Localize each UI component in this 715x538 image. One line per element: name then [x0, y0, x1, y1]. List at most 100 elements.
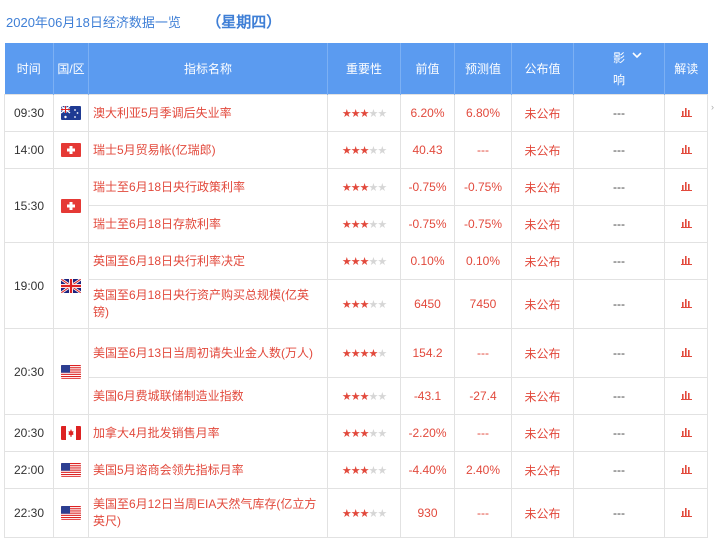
region-cell	[53, 242, 89, 329]
analysis-cell[interactable]	[664, 279, 708, 329]
indicator-name[interactable]: 美国至6月12日当周EIA天然气库存(亿立方英尺)	[88, 488, 328, 538]
analysis-cell[interactable]	[664, 488, 708, 538]
bar-chart-icon[interactable]	[680, 254, 692, 268]
actual-value: 未公布	[511, 488, 574, 538]
table-header-row: 时间 国/区 指标名称 重要性 前值 预测值 公布值 影响 解读	[4, 43, 708, 95]
col-region: 国/区	[53, 43, 89, 95]
analysis-cell[interactable]	[664, 414, 708, 452]
indicator-name[interactable]: 美国6月费城联储制造业指数	[88, 377, 328, 415]
actual-value: 未公布	[511, 451, 574, 489]
actual-value: 未公布	[511, 242, 574, 280]
indicator-name[interactable]: 英国至6月18日央行资产购买总规模(亿英镑)	[88, 279, 328, 329]
scroll-indicator[interactable]: ›	[711, 102, 715, 112]
time-cell: 09:30	[4, 94, 54, 132]
table-row: 19:00 英国至6月18日央行利率决定 ★★★★★ 0.10% 0.10% 未公布 ---	[4, 242, 708, 329]
impact-value: ---	[573, 328, 665, 378]
col-actual: 公布值	[511, 43, 574, 95]
star-rating-icon: ★★★★★	[341, 219, 387, 231]
indicator-name[interactable]: 澳大利亚5月季调后失业率	[88, 94, 328, 132]
region-cell	[53, 94, 89, 132]
previous-value: -2.20%	[400, 414, 455, 452]
switzerland-flag-icon	[61, 143, 81, 158]
analysis-cell[interactable]	[664, 205, 708, 243]
col-analysis: 解读	[664, 43, 708, 95]
importance-stars: ★★★★★	[327, 451, 401, 489]
chevron-down-icon[interactable]	[632, 47, 642, 67]
previous-value: 930	[400, 488, 455, 538]
impact-value: ---	[573, 414, 665, 452]
analysis-cell[interactable]	[664, 328, 708, 378]
bar-chart-icon[interactable]	[680, 426, 692, 440]
forecast-value: -27.4	[454, 377, 512, 415]
bar-chart-icon[interactable]	[680, 463, 692, 477]
time-cell: 14:00	[4, 131, 54, 169]
actual-value: 未公布	[511, 94, 574, 132]
time-cell: 20:30	[4, 328, 54, 415]
indicator-name[interactable]: 美国至6月13日当周初请失业金人数(万人)	[88, 328, 328, 378]
forecast-value: ---	[454, 328, 512, 378]
table-row: 22:00 美国5月谘商会领先指标月率 ★★★★★ -4.40% 2.40% 未公布 ---	[4, 451, 708, 489]
importance-stars: ★★★★★	[327, 168, 401, 206]
previous-value: -0.75%	[400, 168, 455, 206]
importance-stars: ★★★★★	[327, 205, 401, 243]
indicator-name[interactable]: 瑞士至6月18日存款利率	[88, 205, 328, 243]
region-cell	[53, 328, 89, 415]
previous-value: 40.43	[400, 131, 455, 169]
star-rating-icon: ★★★★★	[341, 256, 387, 268]
table-row: 09:30 澳大利亚5月季调后失业率 ★★★★★ 6.20% 6.80% 未公布 ---	[4, 94, 708, 132]
bar-chart-icon[interactable]	[680, 389, 692, 403]
previous-value: 0.10%	[400, 242, 455, 280]
actual-value: 未公布	[511, 414, 574, 452]
bar-chart-icon[interactable]	[680, 297, 692, 311]
importance-stars: ★★★★★	[327, 242, 401, 280]
bar-chart-icon[interactable]	[680, 143, 692, 157]
analysis-cell[interactable]	[664, 242, 708, 280]
forecast-value: 7450	[454, 279, 512, 329]
forecast-value: 0.10%	[454, 242, 512, 280]
bar-chart-icon[interactable]	[680, 106, 692, 120]
star-rating-icon: ★★★★★	[341, 182, 387, 194]
col-forecast: 预测值	[454, 43, 512, 95]
indicator-name[interactable]: 瑞士5月贸易帐(亿瑞郎)	[88, 131, 328, 169]
indicator-name[interactable]: 瑞士至6月18日央行政策利率	[88, 168, 328, 206]
forecast-value: -0.75%	[454, 168, 512, 206]
analysis-cell[interactable]	[664, 94, 708, 132]
bar-chart-icon[interactable]	[680, 506, 692, 520]
economic-calendar-table: 时间 国/区 指标名称 重要性 前值 预测值 公布值 影响 解读 09:30 澳大…	[4, 43, 708, 538]
actual-value: 未公布	[511, 168, 574, 206]
analysis-cell[interactable]	[664, 451, 708, 489]
impact-value: ---	[573, 94, 665, 132]
previous-value: -0.75%	[400, 205, 455, 243]
analysis-cell[interactable]	[664, 131, 708, 169]
actual-value: 未公布	[511, 279, 574, 329]
indicator-name[interactable]: 加拿大4月批发销售月率	[88, 414, 328, 452]
importance-stars: ★★★★★	[327, 94, 401, 132]
col-indicator: 指标名称	[88, 43, 328, 95]
bar-chart-icon[interactable]	[680, 346, 692, 360]
australia-flag-icon	[61, 106, 81, 121]
region-cell	[53, 168, 89, 243]
usa-flag-icon	[61, 364, 81, 379]
importance-stars: ★★★★★	[327, 488, 401, 538]
star-rating-icon: ★★★★★	[341, 145, 387, 157]
impact-value: ---	[573, 279, 665, 329]
previous-value: -4.40%	[400, 451, 455, 489]
indicator-name[interactable]: 英国至6月18日央行利率决定	[88, 242, 328, 280]
impact-value: ---	[573, 168, 665, 206]
region-cell	[53, 488, 89, 538]
usa-flag-icon	[61, 463, 81, 478]
previous-value: -43.1	[400, 377, 455, 415]
col-impact[interactable]: 影响	[573, 43, 665, 95]
bar-chart-icon[interactable]	[680, 217, 692, 231]
indicator-name[interactable]: 美国5月谘商会领先指标月率	[88, 451, 328, 489]
forecast-value: 6.80%	[454, 94, 512, 132]
bar-chart-icon[interactable]	[680, 180, 692, 194]
analysis-cell[interactable]	[664, 168, 708, 206]
forecast-value: ---	[454, 414, 512, 452]
star-rating-icon: ★★★★★	[341, 465, 387, 477]
actual-value: 未公布	[511, 377, 574, 415]
usa-flag-icon	[61, 506, 81, 521]
analysis-cell[interactable]	[664, 377, 708, 415]
forecast-value: 2.40%	[454, 451, 512, 489]
star-rating-icon: ★★★★★	[341, 391, 387, 403]
